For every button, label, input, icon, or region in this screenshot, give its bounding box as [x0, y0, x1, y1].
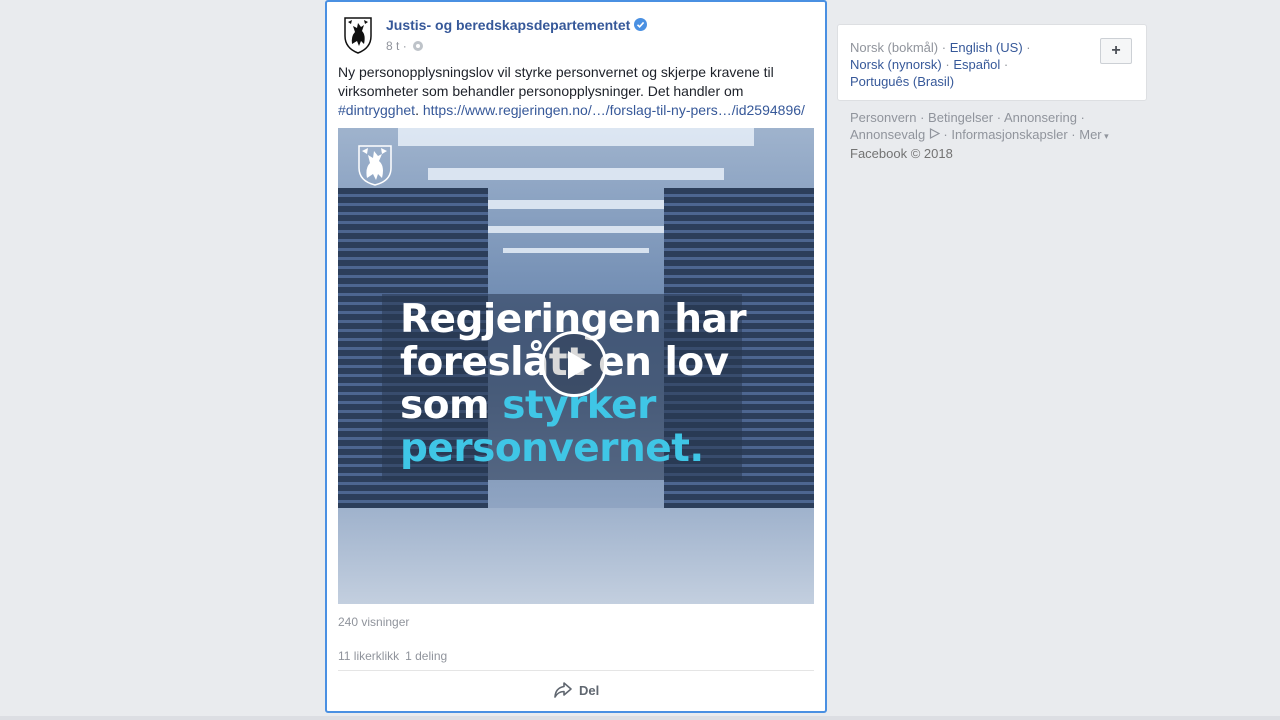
view-count: 240 visninger [338, 615, 410, 629]
share-arrow-icon [554, 682, 572, 698]
language-option[interactable]: Norsk (nynorsk) [850, 57, 942, 72]
page-name-link[interactable]: Justis- og beredskapsdepartementet [386, 17, 648, 33]
language-option[interactable]: English (US) [950, 40, 1023, 55]
language-option[interactable]: Español [953, 57, 1000, 72]
share-button[interactable]: Del [553, 681, 599, 699]
post-timestamp[interactable]: 8 t [386, 39, 399, 53]
coat-of-arms-icon [344, 17, 372, 54]
footer-link-cookies[interactable]: Informasjonskapsler [951, 127, 1067, 142]
verified-badge-icon [634, 18, 648, 31]
language-option[interactable]: Português (Brasil) [850, 74, 954, 89]
like-count[interactable]: 11 likerklikk [338, 649, 399, 663]
language-list: Norsk (bokmål) · English (US) · Norsk (n… [850, 40, 1031, 89]
post-header: Justis- og beredskapsdepartementet 8 t · [338, 14, 814, 58]
footer-link-more[interactable]: Mer [1079, 127, 1101, 142]
video-line-4: personvernet. [400, 426, 704, 471]
play-button-icon[interactable] [541, 331, 607, 397]
copyright: Facebook © 2018 [850, 146, 953, 161]
hashtag-link[interactable]: #dintrygghet [338, 102, 415, 118]
current-language: Norsk (bokmål) [850, 40, 939, 55]
add-language-button[interactable]: + [1100, 38, 1132, 64]
article-link[interactable]: https://www.regjeringen.no/…/forslag-til… [423, 102, 805, 118]
ad-choices-icon[interactable] [929, 128, 941, 139]
bottom-strip [0, 716, 1280, 720]
video-floor [338, 508, 814, 604]
footer-link-privacy[interactable]: Personvern [850, 110, 916, 125]
share-label[interactable]: Del [579, 683, 599, 698]
video-player[interactable]: Regjeringen har foreslått en lov som sty… [338, 128, 814, 604]
language-selector: Norsk (bokmål) · English (US) · Norsk (n… [837, 24, 1147, 101]
share-count[interactable]: 1 deling [405, 649, 447, 663]
meta-separator: · [402, 39, 407, 53]
engagement-stats: 11 likerklikk 1 deling [338, 649, 447, 663]
page-avatar[interactable] [338, 14, 378, 54]
globe-icon[interactable] [413, 41, 424, 51]
chevron-down-icon[interactable]: ▾ [1102, 131, 1109, 141]
footer-link-ad-choices[interactable]: Annonsevalg [850, 127, 925, 142]
video-post: Justis- og beredskapsdepartementet 8 t ·… [325, 0, 827, 713]
video-line-3-white: som [400, 383, 490, 428]
action-divider [338, 670, 814, 671]
video-coat-of-arms-icon [356, 142, 394, 191]
post-text: Ny personopplysningslov vil styrke perso… [338, 64, 805, 118]
footer-link-advertising[interactable]: Annonsering [1004, 110, 1077, 125]
post-meta: 8 t · [386, 39, 424, 53]
footer-link-terms[interactable]: Betingelser [928, 110, 993, 125]
post-body-text: Ny personopplysningslov vil styrke perso… [338, 64, 774, 99]
page-name-text[interactable]: Justis- og beredskapsdepartementet [386, 17, 630, 33]
footer-links: Personvern · Betingelser · Annonsering ·… [850, 110, 1109, 161]
